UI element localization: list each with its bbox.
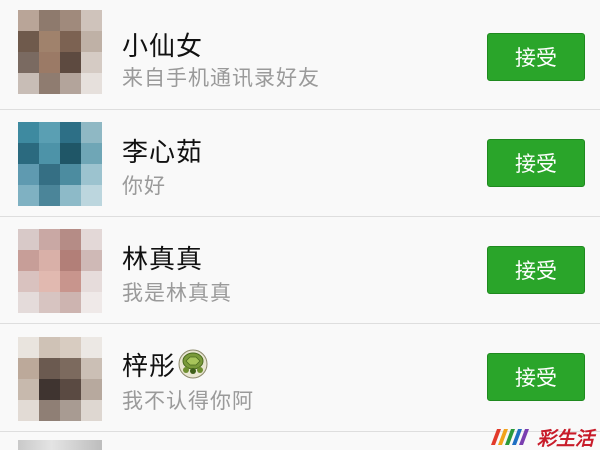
request-message: 我是林真真 [122,281,232,305]
request-message: 我不认得你阿 [122,389,254,413]
accept-button[interactable]: 接受 [487,353,585,401]
friend-request-item[interactable]: 林真真 我是林真真 接受 [0,217,600,324]
accept-button[interactable]: 接受 [487,246,585,294]
avatar[interactable] [18,10,102,94]
avatar[interactable] [18,122,102,206]
requester-name: 李心茹 [122,138,204,168]
brand-logo-icon [490,429,529,445]
friend-request-item[interactable]: 小仙女 来自手机通讯录好友 接受 [0,0,600,110]
avatar[interactable] [18,440,102,450]
turtle-icon [178,349,208,379]
request-message: 来自手机通讯录好友 [122,66,320,90]
accept-button[interactable]: 接受 [487,139,585,187]
friend-request-item[interactable]: 梓彤 我不认得你阿 接受 [0,324,600,432]
requester-name: 林真真 [122,245,204,275]
accept-button[interactable]: 接受 [487,33,585,81]
avatar[interactable] [18,337,102,421]
request-message: 你好 [122,174,166,198]
watermark-text: 彩生活 [536,427,594,450]
watermark: 彩生活 [489,426,594,450]
requester-name: 梓彤 [122,346,208,383]
friend-request-item[interactable]: 李心茹 你好 接受 [0,110,600,217]
requester-name: 小仙女 [122,32,204,62]
requester-name-text: 梓彤 [122,352,177,382]
friend-requests-screen: 小仙女 来自手机通讯录好友 接受 李心茹 你好 接受 林真真 我是林真真 接受 … [0,0,600,450]
avatar[interactable] [18,229,102,313]
